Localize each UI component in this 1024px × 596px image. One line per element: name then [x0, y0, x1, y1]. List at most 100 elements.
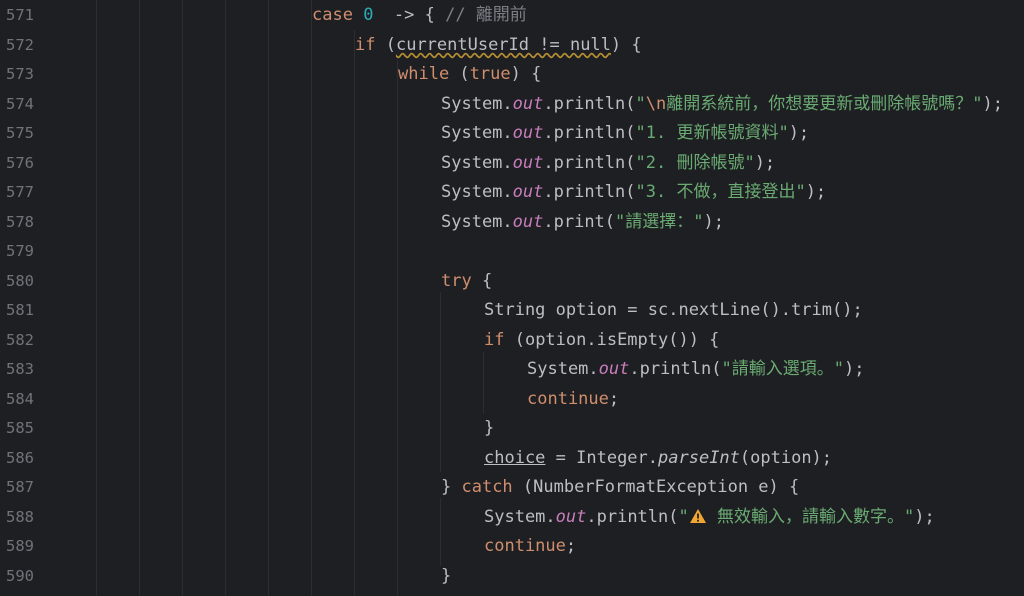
line-number: 585 [6, 419, 34, 437]
code-text: System.out.println(" 無效輸入，請輸入數字。"); [484, 503, 935, 533]
code-token: (option.isEmpty()) { [514, 329, 720, 350]
line-number: 572 [6, 35, 34, 54]
line-number: 575 [6, 124, 34, 142]
code-text: System.out.println("1. 更新帳號資料"); [441, 119, 809, 149]
code-token: "3. 不做，直接登出" [635, 182, 806, 202]
code-line[interactable]: 579 [0, 237, 1024, 267]
code-line[interactable]: 588 System.out.println(" 無效輸入，請輸入數字。"); [0, 503, 1024, 533]
code-token: out [512, 93, 544, 114]
line-number: 574 [6, 94, 34, 113]
code-token: case [312, 5, 364, 25]
code-text: String option = sc.nextLine().trim(); [484, 296, 863, 326]
line-number: 589 [6, 537, 34, 555]
code-text: } [441, 562, 451, 592]
code-line[interactable]: 581 String option = sc.nextLine().trim(); [0, 296, 1024, 326]
code-token: out [512, 182, 544, 202]
code-token: } [441, 565, 452, 586]
code-line[interactable]: 572 if (currentUserId != null) { [0, 31, 1024, 61]
code-token: " [678, 506, 689, 527]
code-token: System. [441, 152, 513, 173]
code-token: try [441, 270, 482, 291]
code-line[interactable]: 586 choice = Integer.parseInt(option); [0, 444, 1024, 474]
code-text: if (option.isEmpty()) { [484, 326, 719, 356]
line-number: 587 [6, 478, 34, 496]
code-text: System.out.println("2. 刪除帳號"); [441, 149, 775, 179]
code-token: out [512, 123, 544, 143]
code-token: System. [441, 123, 513, 143]
line-number: 577 [6, 183, 34, 201]
line-number: 588 [6, 507, 34, 526]
code-token: (NumberFormatException e) { [522, 477, 800, 497]
code-token: } [441, 477, 462, 497]
code-token: \n [645, 93, 667, 114]
code-text: try { [441, 267, 492, 297]
code-line[interactable]: 589 continue; [0, 532, 1024, 562]
code-text: while (true) { [398, 60, 541, 90]
code-token: 0 [363, 5, 374, 25]
code-text: choice = Integer.parseInt(option); [484, 444, 832, 474]
code-line[interactable]: 577 System.out.println("3. 不做，直接登出"); [0, 178, 1024, 208]
code-line[interactable]: 571 case 0 -> { // 離開前 [0, 1, 1024, 31]
code-token: { [481, 270, 493, 291]
code-token: } [484, 418, 495, 438]
code-token: .println( [629, 359, 722, 379]
code-token: ); [843, 359, 865, 379]
code-line[interactable]: 575 System.out.println("1. 更新帳號資料"); [0, 119, 1024, 149]
code-text: System.out.println("\n離開系統前，你想要更新或刪除帳號嗎？… [441, 90, 1003, 120]
code-line[interactable]: 584 continue; [0, 385, 1024, 415]
code-line[interactable]: 574 System.out.println("\n離開系統前，你想要更新或刪除帳… [0, 90, 1024, 120]
code-token: = Integer. [545, 447, 659, 468]
code-token: System. [441, 182, 513, 202]
code-token: System. [441, 93, 513, 114]
code-token: .println( [543, 152, 636, 173]
code-token: System. [484, 506, 556, 527]
code-text: continue; [527, 385, 619, 415]
code-token: out [598, 359, 630, 379]
line-number: 581 [6, 301, 34, 319]
code-token: ); [788, 123, 810, 143]
code-token: (option); [739, 447, 833, 468]
code-token: .println( [543, 93, 636, 114]
code-token: "1. 更新帳號資料" [635, 123, 789, 143]
code-text: } [484, 414, 494, 444]
code-token: "請選擇：" [615, 211, 704, 232]
code-token: ( [459, 64, 470, 84]
line-number: 573 [6, 65, 34, 83]
code-token: true [469, 64, 511, 84]
line-number: 590 [6, 566, 34, 585]
code-token: // 離開前 [445, 5, 527, 25]
code-text: continue; [484, 532, 576, 562]
code-token: out [512, 211, 544, 232]
code-line[interactable]: 590} [0, 562, 1024, 592]
code-line[interactable]: 580 try { [0, 267, 1024, 297]
warning-icon [689, 508, 706, 523]
line-number: 578 [6, 212, 34, 231]
code-token: catch [461, 477, 523, 497]
code-token: continue [527, 388, 609, 409]
line-number: 576 [6, 153, 34, 172]
line-number: 580 [6, 271, 34, 290]
code-line[interactable]: 583 System.out.println("請輸入選項。"); [0, 355, 1024, 385]
code-token: ); [982, 93, 1003, 114]
code-token: choice [484, 447, 546, 468]
code-editor[interactable]: 571 case 0 -> { // 離開前 572 if (currentUserI… [0, 0, 1024, 596]
code-token: currentUserId != null [395, 34, 611, 55]
code-line[interactable]: 582 if (option.isEmpty()) { [0, 326, 1024, 356]
code-token: -> { [373, 5, 446, 25]
code-token: ; [608, 388, 620, 409]
code-token: ; [565, 536, 577, 556]
code-token: out [555, 506, 587, 527]
code-line[interactable]: 585} [0, 414, 1024, 444]
code-text: } catch (NumberFormatException e) { [441, 473, 799, 503]
code-text: case 0 -> { // 離開前 [312, 1, 527, 31]
code-token: String option = sc.nextLine().trim(); [484, 300, 863, 320]
code-line[interactable]: 573 while (true) { [0, 60, 1024, 90]
code-line[interactable]: 587} catch (NumberFormatException e) { [0, 473, 1024, 503]
code-token: while [398, 64, 460, 84]
code-token: .print( [543, 211, 616, 232]
code-line[interactable]: 578 System.out.print("請選擇："); [0, 208, 1024, 238]
code-token: ) { [610, 34, 642, 55]
code-line[interactable]: 576 System.out.println("2. 刪除帳號"); [0, 149, 1024, 179]
line-number: 583 [6, 360, 34, 378]
code-token: System. [441, 211, 513, 232]
